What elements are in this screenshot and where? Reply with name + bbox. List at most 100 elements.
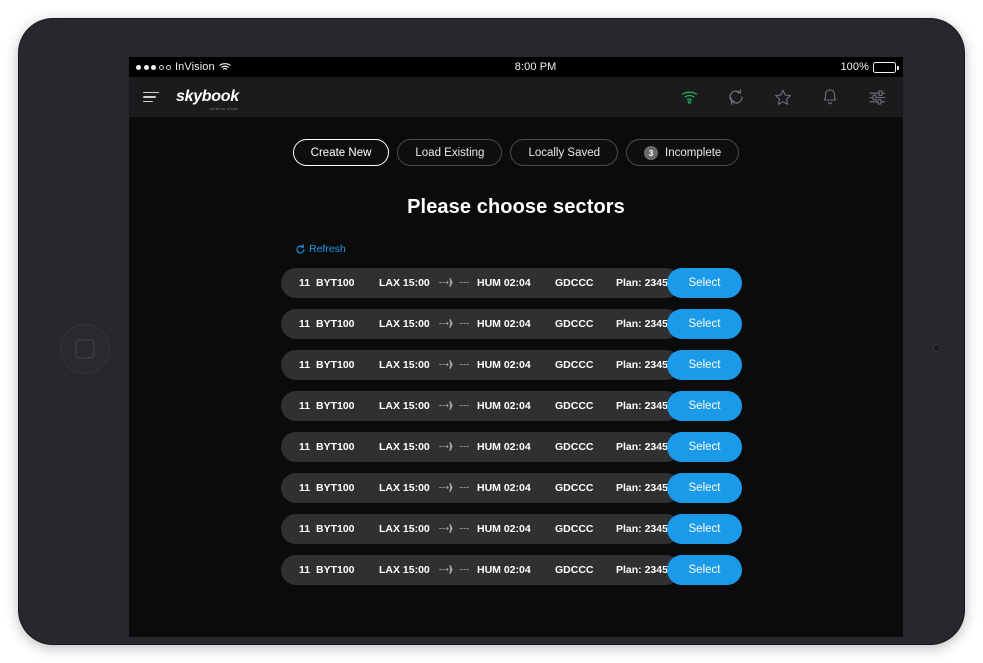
sector-arrival: HUM 02:04 — [477, 399, 531, 412]
sector-sequence: 11 — [299, 481, 311, 494]
sector-flight-number: BYT100 — [316, 399, 355, 412]
sector-departure: LAX 15:00 — [379, 563, 430, 576]
sector-arrival: HUM 02:04 — [477, 276, 531, 289]
sector-arrival: HUM 02:04 — [477, 522, 531, 535]
status-bar-right: 100% — [840, 61, 899, 73]
signal-strength-icon — [136, 64, 171, 70]
sector-row-details[interactable]: 11 BYT100 LAX 15:00 HUM 02:04 GDCCC Plan: 234… — [281, 349, 681, 380]
select-button[interactable]: Select — [667, 431, 742, 462]
sector-plan-number: Plan: 2345 — [616, 358, 668, 371]
select-button[interactable]: Select — [667, 349, 742, 380]
sector-row-details[interactable]: 11 BYT100 LAX 15:00 HUM 02:04 GDCCC Plan: 234… — [281, 390, 681, 421]
airplane-route-icon — [439, 441, 469, 452]
airplane-route-icon — [439, 482, 469, 493]
sector-flight-number: BYT100 — [316, 358, 355, 371]
airplane-route-icon — [439, 564, 469, 575]
sector-row-details[interactable]: 11 BYT100 LAX 15:00 HUM 02:04 GDCCC Plan: 234… — [281, 513, 681, 544]
sector-arrival: HUM 02:04 — [477, 481, 531, 494]
status-bar: InVision 8:00 PM 100% — [129, 57, 903, 77]
home-button[interactable] — [60, 324, 110, 374]
sector-row[interactable]: 11 BYT100 LAX 15:00 HUM 02:04 GDCCC Plan: 234… — [281, 308, 751, 339]
main-content: Create New Load Existing Locally Saved 3 Inc… — [129, 117, 903, 585]
wifi-status-icon[interactable] — [679, 87, 699, 107]
sector-plan-number: Plan: 2345 — [616, 481, 668, 494]
sector-departure: LAX 15:00 — [379, 522, 430, 535]
sector-flight-number: BYT100 — [316, 440, 355, 453]
sector-row[interactable]: 11 BYT100 LAX 15:00 HUM 02:04 GDCCC Plan: 234… — [281, 554, 751, 585]
bell-icon[interactable] — [820, 87, 840, 107]
header-action-icons — [679, 87, 887, 107]
sector-row[interactable]: 11 BYT100 LAX 15:00 HUM 02:04 GDCCC Plan: 234… — [281, 431, 751, 462]
select-button[interactable]: Select — [667, 308, 742, 339]
tab-load-existing[interactable]: Load Existing — [397, 139, 503, 166]
select-button[interactable]: Select — [667, 554, 742, 585]
sector-row[interactable]: 11 BYT100 LAX 15:00 HUM 02:04 GDCCC Plan: 234… — [281, 472, 751, 503]
refresh-button[interactable]: Refresh — [295, 243, 346, 255]
device-screen: InVision 8:00 PM 100% skybook aviation c… — [129, 57, 903, 637]
sector-registration: GDCCC — [555, 440, 594, 453]
battery-icon — [873, 61, 899, 73]
sector-flight-number: BYT100 — [316, 317, 355, 330]
tab-incomplete[interactable]: 3 Incomplete — [626, 139, 740, 166]
sync-icon[interactable] — [726, 87, 746, 107]
sector-sequence: 11 — [299, 358, 311, 371]
sector-row-details[interactable]: 11 BYT100 LAX 15:00 HUM 02:04 GDCCC Plan: 234… — [281, 267, 681, 298]
sector-row[interactable]: 11 BYT100 LAX 15:00 HUM 02:04 GDCCC Plan: 234… — [281, 267, 751, 298]
sector-departure: LAX 15:00 — [379, 358, 430, 371]
tab-label: Locally Saved — [528, 146, 601, 159]
sector-sequence: 11 — [299, 440, 311, 453]
sector-row[interactable]: 11 BYT100 LAX 15:00 HUM 02:04 GDCCC Plan: 234… — [281, 390, 751, 421]
sector-flight-number: BYT100 — [316, 522, 355, 535]
tab-create-new[interactable]: Create New — [292, 139, 390, 166]
sector-arrival: HUM 02:04 — [477, 317, 531, 330]
sector-sequence: 11 — [299, 317, 311, 330]
sector-registration: GDCCC — [555, 563, 594, 576]
tab-locally-saved[interactable]: Locally Saved — [510, 139, 619, 166]
select-button[interactable]: Select — [667, 390, 742, 421]
star-icon[interactable] — [773, 87, 793, 107]
tab-label: Create New — [310, 146, 372, 159]
sector-registration: GDCCC — [555, 481, 594, 494]
sector-row[interactable]: 11 BYT100 LAX 15:00 HUM 02:04 GDCCC Plan: 234… — [281, 513, 751, 544]
settings-sliders-icon[interactable] — [867, 87, 887, 107]
airplane-route-icon — [439, 400, 469, 411]
brand-subtext: aviation cloud — [209, 107, 238, 111]
sector-registration: GDCCC — [555, 358, 594, 371]
sector-departure: LAX 15:00 — [379, 317, 430, 330]
sector-flight-number: BYT100 — [316, 563, 355, 576]
select-button[interactable]: Select — [667, 267, 742, 298]
sector-arrival: HUM 02:04 — [477, 358, 531, 371]
battery-percent-label: 100% — [840, 61, 869, 73]
sector-registration: GDCCC — [555, 522, 594, 535]
sector-sequence: 11 — [299, 399, 311, 412]
refresh-circular-arrow-icon — [295, 243, 306, 255]
sector-registration: GDCCC — [555, 399, 594, 412]
sector-sequence: 11 — [299, 276, 311, 289]
home-button-square-icon — [75, 339, 95, 359]
sector-departure: LAX 15:00 — [379, 399, 430, 412]
sector-arrival: HUM 02:04 — [477, 440, 531, 453]
sector-row-details[interactable]: 11 BYT100 LAX 15:00 HUM 02:04 GDCCC Plan: 234… — [281, 554, 681, 585]
sector-row-details[interactable]: 11 BYT100 LAX 15:00 HUM 02:04 GDCCC Plan: 234… — [281, 308, 681, 339]
sector-arrival: HUM 02:04 — [477, 563, 531, 576]
tab-badge-count: 3 — [644, 145, 659, 160]
tab-label: Incomplete — [665, 146, 722, 159]
sector-registration: GDCCC — [555, 317, 594, 330]
sector-row[interactable]: 11 BYT100 LAX 15:00 HUM 02:04 GDCCC Plan: 234… — [281, 349, 751, 380]
sector-sequence: 11 — [299, 522, 311, 535]
status-bar-clock: 8:00 PM — [514, 61, 557, 73]
app-header: skybook aviation cloud — [129, 77, 903, 117]
hamburger-menu-icon[interactable] — [143, 91, 159, 103]
airplane-route-icon — [439, 277, 469, 288]
sector-row-details[interactable]: 11 BYT100 LAX 15:00 HUM 02:04 GDCCC Plan: 234… — [281, 431, 681, 462]
tab-bar: Create New Load Existing Locally Saved 3 Inc… — [129, 139, 903, 166]
sector-departure: LAX 15:00 — [379, 440, 430, 453]
select-button[interactable]: Select — [667, 472, 742, 503]
sector-plan-number: Plan: 2345 — [616, 399, 668, 412]
sector-flight-number: BYT100 — [316, 481, 355, 494]
tab-label: Load Existing — [415, 146, 485, 159]
select-button[interactable]: Select — [667, 513, 742, 544]
carrier-label: InVision — [175, 61, 215, 73]
sector-row-details[interactable]: 11 BYT100 LAX 15:00 HUM 02:04 GDCCC Plan: 234… — [281, 472, 681, 503]
airplane-route-icon — [439, 359, 469, 370]
